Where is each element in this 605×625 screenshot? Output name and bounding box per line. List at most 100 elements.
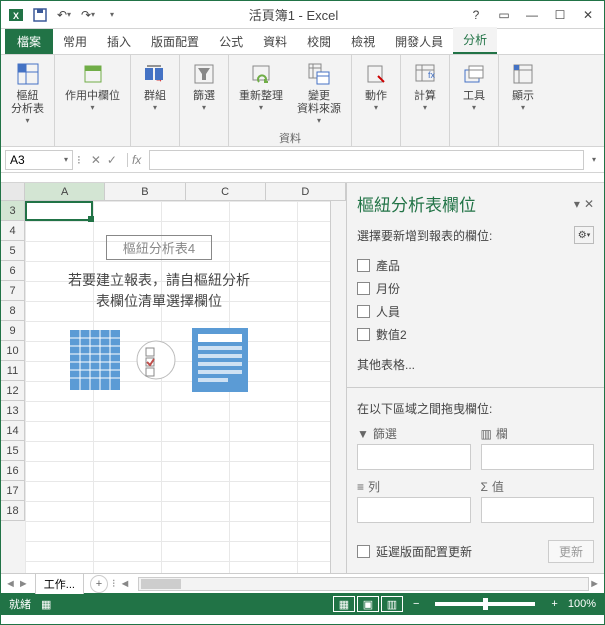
sheet-tab[interactable]: 工作...: [35, 573, 84, 594]
zoom-slider[interactable]: [435, 602, 535, 606]
row-header[interactable]: 4: [1, 221, 25, 241]
qat-customize-icon[interactable]: ▾: [101, 4, 123, 26]
undo-icon[interactable]: ↶▾: [53, 4, 75, 26]
horizontal-scrollbar[interactable]: [138, 577, 589, 591]
tab-view[interactable]: 檢視: [341, 29, 385, 54]
panel-gear-button[interactable]: ⚙▾: [574, 226, 594, 244]
zoom-out-icon[interactable]: −: [413, 598, 419, 610]
active-field-button[interactable]: 作用中欄位 ▾: [59, 57, 126, 115]
page-layout-icon[interactable]: ▣: [357, 596, 379, 612]
field-item[interactable]: 月份: [357, 277, 594, 300]
active-cell[interactable]: [25, 201, 93, 221]
group-button[interactable]: → 群組 ▾: [135, 57, 175, 115]
save-icon[interactable]: [29, 4, 51, 26]
field-item[interactable]: 數值2: [357, 323, 594, 346]
chevron-down-icon: ▾: [374, 103, 378, 112]
field-item[interactable]: 產品: [357, 254, 594, 277]
select-all-corner[interactable]: [1, 183, 25, 200]
scroll-right-icon[interactable]: ►: [589, 578, 600, 590]
defer-checkbox[interactable]: [357, 545, 370, 558]
pivot-table-button[interactable]: 樞紐 分析表 ▾: [5, 57, 50, 128]
vertical-scrollbar[interactable]: [330, 201, 346, 573]
rows-icon: ≡: [357, 480, 364, 494]
drop-zone-rows: ≡列: [357, 478, 471, 523]
refresh-button[interactable]: 重新整理 ▾: [233, 57, 289, 115]
actions-button[interactable]: 動作 ▾: [356, 57, 396, 115]
row-header[interactable]: 7: [1, 281, 25, 301]
columns-drop-area[interactable]: [481, 444, 595, 470]
ribbon-options-icon[interactable]: ▭: [492, 5, 516, 25]
tab-analyze[interactable]: 分析: [453, 27, 497, 54]
rows-drop-area[interactable]: [357, 497, 471, 523]
tab-layout[interactable]: 版面配置: [141, 29, 209, 54]
cells-area[interactable]: 樞紐分析表4 若要建立報表，請自樞紐分析 表欄位清單選擇欄位: [25, 201, 330, 573]
field-checkbox[interactable]: [357, 282, 370, 295]
panel-dropdown-icon[interactable]: ▾: [574, 197, 580, 211]
formula-input[interactable]: [149, 150, 584, 170]
name-box[interactable]: A3 ▾: [5, 150, 73, 170]
tab-file[interactable]: 檔案: [5, 29, 53, 54]
redo-icon[interactable]: ↷▾: [77, 4, 99, 26]
values-drop-area[interactable]: [481, 497, 595, 523]
change-source-button[interactable]: 變更 資料來源 ▾: [291, 57, 347, 128]
tab-insert[interactable]: 插入: [97, 29, 141, 54]
row-header[interactable]: 3: [1, 201, 25, 221]
row-header[interactable]: 5: [1, 241, 25, 261]
row-header[interactable]: 17: [1, 481, 25, 501]
col-header[interactable]: A: [25, 183, 105, 200]
new-sheet-button[interactable]: +: [90, 575, 108, 593]
col-header[interactable]: D: [266, 183, 346, 200]
maximize-icon[interactable]: ☐: [548, 5, 572, 25]
macro-record-icon[interactable]: ▦: [41, 598, 51, 611]
tab-home[interactable]: 常用: [53, 29, 97, 54]
filter-drop-area[interactable]: [357, 444, 471, 470]
normal-view-icon[interactable]: ▦: [333, 596, 355, 612]
row-header[interactable]: 8: [1, 301, 25, 321]
field-checkbox[interactable]: [357, 259, 370, 272]
tab-review[interactable]: 校閱: [297, 29, 341, 54]
field-checkbox[interactable]: [357, 328, 370, 341]
tab-data[interactable]: 資料: [253, 29, 297, 54]
row-header[interactable]: 12: [1, 381, 25, 401]
panel-close-icon[interactable]: ✕: [584, 197, 594, 211]
tab-developer[interactable]: 開發人員: [385, 29, 453, 54]
zoom-in-icon[interactable]: +: [551, 598, 557, 610]
calc-button[interactable]: fx 計算 ▾: [405, 57, 445, 115]
next-sheet-icon[interactable]: ►: [18, 578, 29, 590]
row-header[interactable]: 13: [1, 401, 25, 421]
minimize-icon[interactable]: —: [520, 5, 544, 25]
show-button[interactable]: 顯示 ▾: [503, 57, 543, 115]
help-icon[interactable]: ?: [464, 5, 488, 25]
row-header[interactable]: 10: [1, 341, 25, 361]
filter-button[interactable]: 篩選 ▾: [184, 57, 224, 115]
row-header[interactable]: 16: [1, 461, 25, 481]
prev-sheet-icon[interactable]: ◄: [5, 578, 16, 590]
row-header[interactable]: 14: [1, 421, 25, 441]
close-icon[interactable]: ✕: [576, 5, 600, 25]
row-header[interactable]: 9: [1, 321, 25, 341]
update-button[interactable]: 更新: [548, 540, 594, 563]
col-header[interactable]: B: [105, 183, 185, 200]
col-header[interactable]: C: [186, 183, 266, 200]
field-label: 數值2: [376, 326, 407, 343]
panel-controls: ▾ ✕: [574, 197, 594, 211]
more-tables-link[interactable]: 其他表格...: [347, 350, 604, 379]
field-checkbox[interactable]: [357, 305, 370, 318]
ribbon-group-tools: 工具 ▾: [450, 55, 499, 146]
row-header[interactable]: 11: [1, 361, 25, 381]
tab-formulas[interactable]: 公式: [209, 29, 253, 54]
excel-icon[interactable]: X: [5, 4, 27, 26]
scroll-left-icon[interactable]: ◄: [119, 578, 130, 590]
row-header[interactable]: 6: [1, 261, 25, 281]
enter-icon[interactable]: ✓: [107, 153, 117, 167]
row-header[interactable]: 18: [1, 501, 25, 521]
change-source-icon: [305, 60, 333, 88]
cancel-icon[interactable]: ✕: [91, 153, 101, 167]
fx-icon[interactable]: fx: [127, 153, 145, 167]
zoom-level[interactable]: 100%: [568, 598, 596, 610]
expand-formula-icon[interactable]: ▾: [588, 155, 600, 164]
row-header[interactable]: 15: [1, 441, 25, 461]
tools-button[interactable]: 工具 ▾: [454, 57, 494, 115]
field-item[interactable]: 人員: [357, 300, 594, 323]
page-break-icon[interactable]: ▥: [381, 596, 403, 612]
